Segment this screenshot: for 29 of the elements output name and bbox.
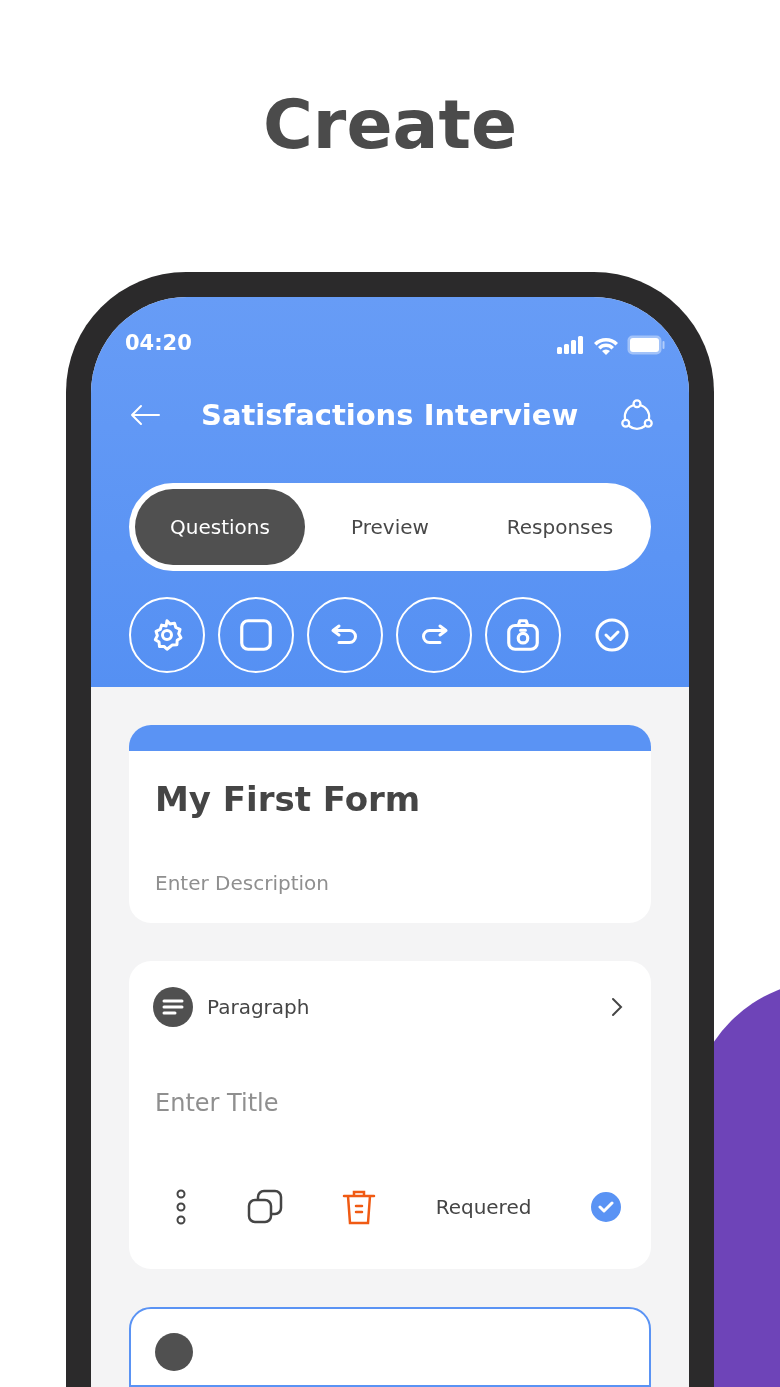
required-checkbox[interactable] xyxy=(590,1192,621,1222)
question-type-icon xyxy=(155,1333,193,1371)
battery-icon xyxy=(627,335,665,355)
copy-icon[interactable] xyxy=(246,1189,283,1225)
camera-button[interactable] xyxy=(485,597,561,673)
undo-button[interactable] xyxy=(307,597,383,673)
form-title[interactable]: My First Form xyxy=(129,751,651,819)
signal-icon xyxy=(557,336,585,354)
more-icon[interactable] xyxy=(175,1189,187,1225)
tab[interactable]: Preview xyxy=(305,489,475,565)
check-icon xyxy=(597,1201,614,1213)
wifi-icon xyxy=(593,335,619,355)
tab[interactable]: Questions xyxy=(135,489,305,565)
square-icon xyxy=(237,616,275,654)
redo-button[interactable] xyxy=(396,597,472,673)
question-type: Paragraph xyxy=(207,995,311,1019)
screen-title: Satisfactions Interview xyxy=(201,398,579,432)
chevron-right-icon[interactable] xyxy=(609,996,625,1018)
check-circle-icon xyxy=(594,617,630,653)
required-label: Requered xyxy=(435,1195,532,1219)
camera-icon xyxy=(504,616,542,654)
paragraph-icon xyxy=(153,987,193,1027)
tab[interactable]: Responses xyxy=(475,489,645,565)
settings-button[interactable] xyxy=(129,597,205,673)
headline: Create xyxy=(262,84,518,164)
square-button[interactable] xyxy=(218,597,294,673)
status-time: 04:20 xyxy=(125,331,192,355)
trash-icon[interactable] xyxy=(342,1189,377,1225)
back-button[interactable] xyxy=(129,403,161,427)
